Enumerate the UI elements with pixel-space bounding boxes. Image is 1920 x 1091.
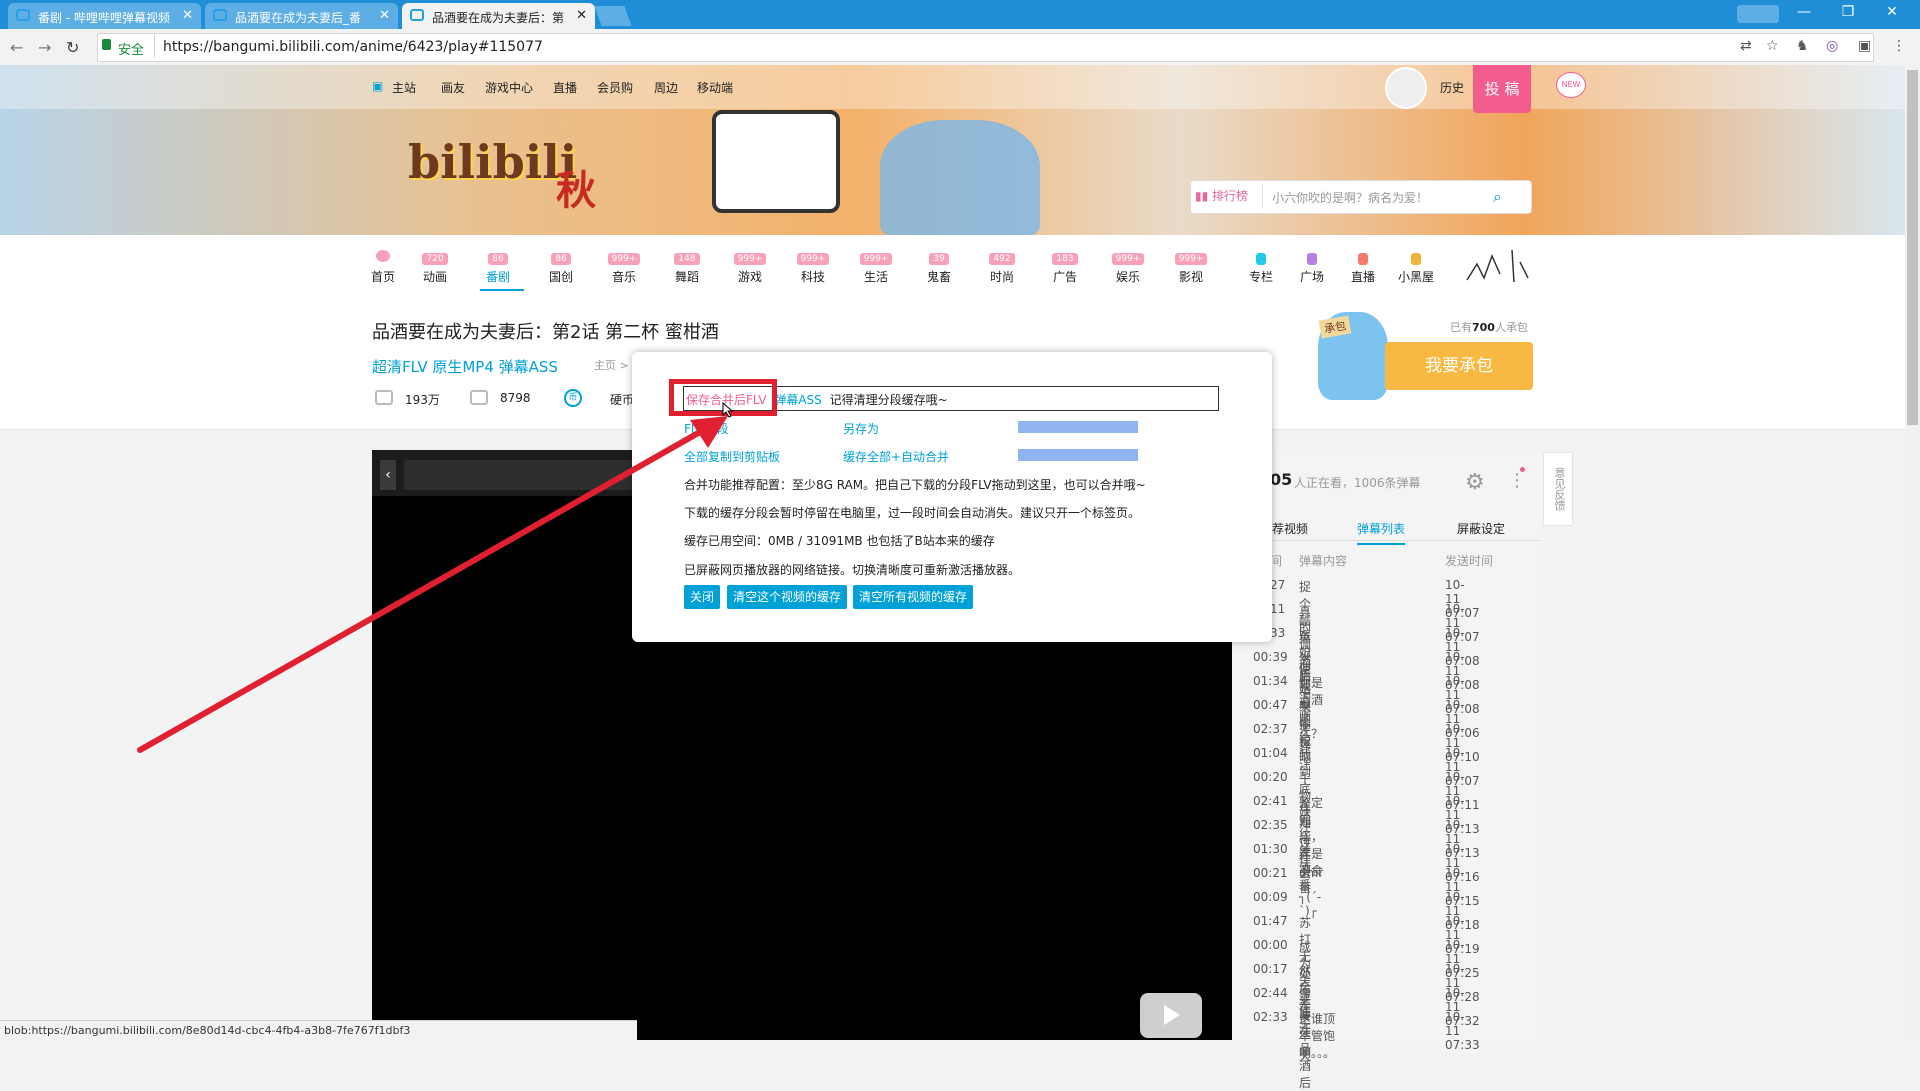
mouse-cursor-icon [722,401,734,418]
annotation-arrow [137,416,728,753]
status-bar: blob:https://bangumi.bilibili.com/8e80d1… [0,1020,637,1040]
